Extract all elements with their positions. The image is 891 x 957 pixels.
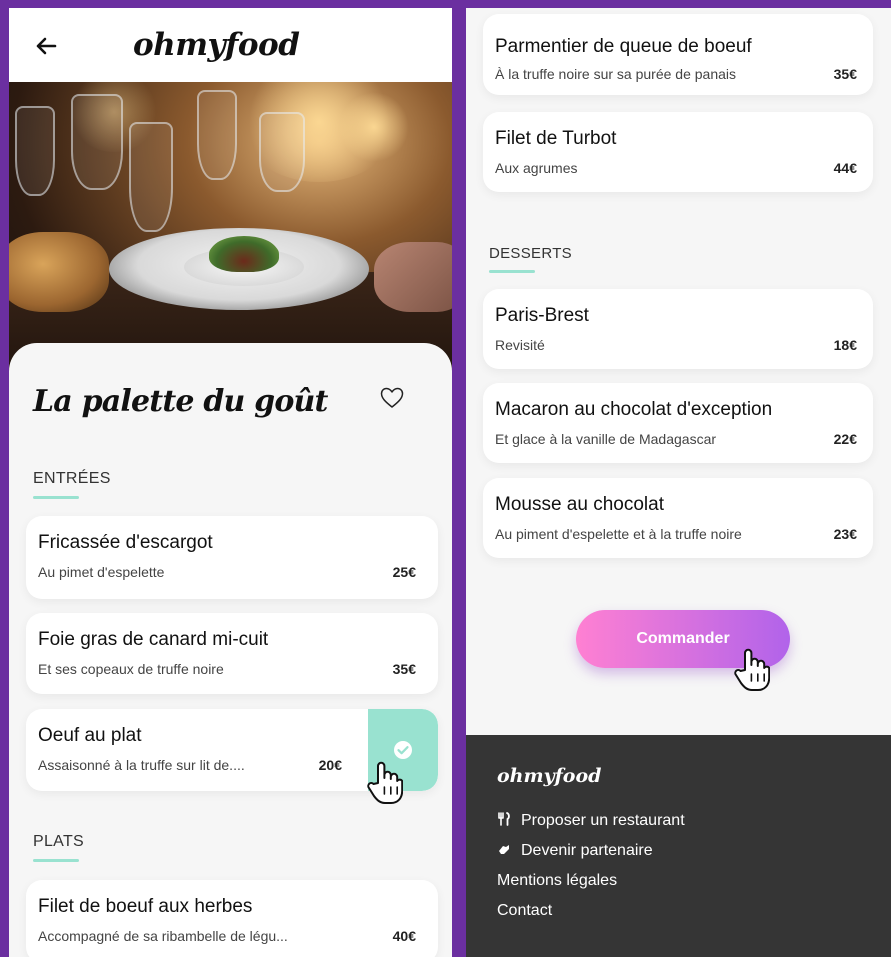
- dish-name: Mousse au chocolat: [495, 494, 664, 515]
- dish-card[interactable]: Foie gras de canard mi-cuit Et ses copea…: [26, 613, 438, 694]
- dish-card[interactable]: Macaron au chocolat d'exception Et glace…: [483, 383, 873, 463]
- dish-name: Paris-Brest: [495, 305, 589, 326]
- hand-pointer-icon: [367, 761, 403, 804]
- dish-name: Filet de Turbot: [495, 128, 617, 149]
- dish-description: Accompagné de sa ribambelle de légu...: [38, 928, 288, 944]
- hand-pointer-icon: [734, 648, 770, 691]
- restaurant-hero-image: [9, 82, 452, 382]
- dish-card[interactable]: Filet de boeuf aux herbes Accompagné de …: [26, 880, 438, 957]
- dish-name: Filet de boeuf aux herbes: [38, 896, 253, 917]
- dish-name: Foie gras de canard mi-cuit: [38, 629, 269, 650]
- dish-description: Revisité: [495, 337, 545, 353]
- handshake-icon: [499, 845, 509, 854]
- dish-price: 35€: [833, 66, 857, 82]
- dish-name: Parmentier de queue de boeuf: [495, 36, 752, 57]
- app-header: ohmyfood: [9, 8, 452, 82]
- dish-description: Et glace à la vanille de Madagascar: [495, 431, 717, 447]
- dish-price: 22€: [833, 431, 857, 447]
- dish-card[interactable]: Parmentier de queue de boeuf À la truffe…: [483, 14, 873, 95]
- dish-description: À la truffe noire sur sa purée de panais: [495, 66, 737, 82]
- footer-link-label: Devenir partenaire: [521, 842, 653, 859]
- dish-price: 23€: [833, 526, 857, 542]
- dish-price: 35€: [392, 661, 416, 677]
- dish-price: 40€: [392, 928, 416, 944]
- restaurant-screen-bottom: Parmentier de queue de boeuf À la truffe…: [466, 8, 891, 957]
- dish-description: Assaisonné à la truffe sur lit de....: [38, 757, 245, 773]
- footer-link-contact[interactable]: Contact: [497, 902, 552, 920]
- check-icon: [394, 741, 412, 759]
- dish-name: Oeuf au plat: [38, 725, 142, 746]
- dish-card[interactable]: Paris-Brest Revisité 18€: [483, 289, 873, 369]
- dish-price: 18€: [833, 337, 857, 353]
- footer-logo[interactable]: ohmyfood: [497, 765, 601, 787]
- dish-card[interactable]: Mousse au chocolat Au piment d'espelette…: [483, 478, 873, 558]
- dish-name: Fricassée d'escargot: [38, 532, 213, 553]
- footer-link-propose-restaurant[interactable]: Proposer un restaurant: [497, 812, 685, 830]
- restaurant-name: La palette du goût: [33, 384, 328, 419]
- app-logo[interactable]: ohmyfood: [133, 27, 300, 63]
- dish-price: 20€: [318, 757, 342, 773]
- heart-icon[interactable]: [379, 386, 405, 410]
- dish-description: Aux agrumes: [495, 160, 578, 176]
- dish-price: 25€: [392, 564, 416, 580]
- section-title-plats: PLATS: [33, 833, 84, 850]
- section-underline: [489, 270, 535, 273]
- section-underline: [33, 859, 79, 862]
- dish-card[interactable]: Filet de Turbot Aux agrumes 44€: [483, 112, 873, 192]
- back-arrow-icon[interactable]: [35, 35, 57, 57]
- dish-card[interactable]: Fricassée d'escargot Au pimet d'espelett…: [26, 516, 438, 599]
- footer-link-legal-notice[interactable]: Mentions légales: [497, 872, 617, 890]
- section-title-entrees: ENTRÉES: [33, 470, 111, 487]
- menu-card: La palette du goût ENTRÉES Fricassée d'e…: [9, 343, 452, 957]
- section-title-desserts: DESSERTS: [489, 245, 572, 262]
- dish-description: Au pimet d'espelette: [38, 564, 165, 580]
- footer: ohmyfood Proposer un restaurant Devenir …: [466, 735, 891, 957]
- dish-name: Macaron au chocolat d'exception: [495, 399, 773, 420]
- dish-description: Au piment d'espelette et à la truffe noi…: [495, 526, 742, 542]
- restaurant-screen-top: ohmyfood La palette du goût ENTRÉES Fric…: [9, 8, 452, 957]
- footer-link-become-partner[interactable]: Devenir partenaire: [497, 842, 653, 860]
- dish-price: 44€: [833, 160, 857, 176]
- utensils-icon: [498, 812, 510, 826]
- order-button-label: Commander: [636, 630, 730, 647]
- footer-link-label: Proposer un restaurant: [521, 812, 685, 829]
- section-underline: [33, 496, 79, 499]
- dish-description: Et ses copeaux de truffe noire: [38, 661, 224, 677]
